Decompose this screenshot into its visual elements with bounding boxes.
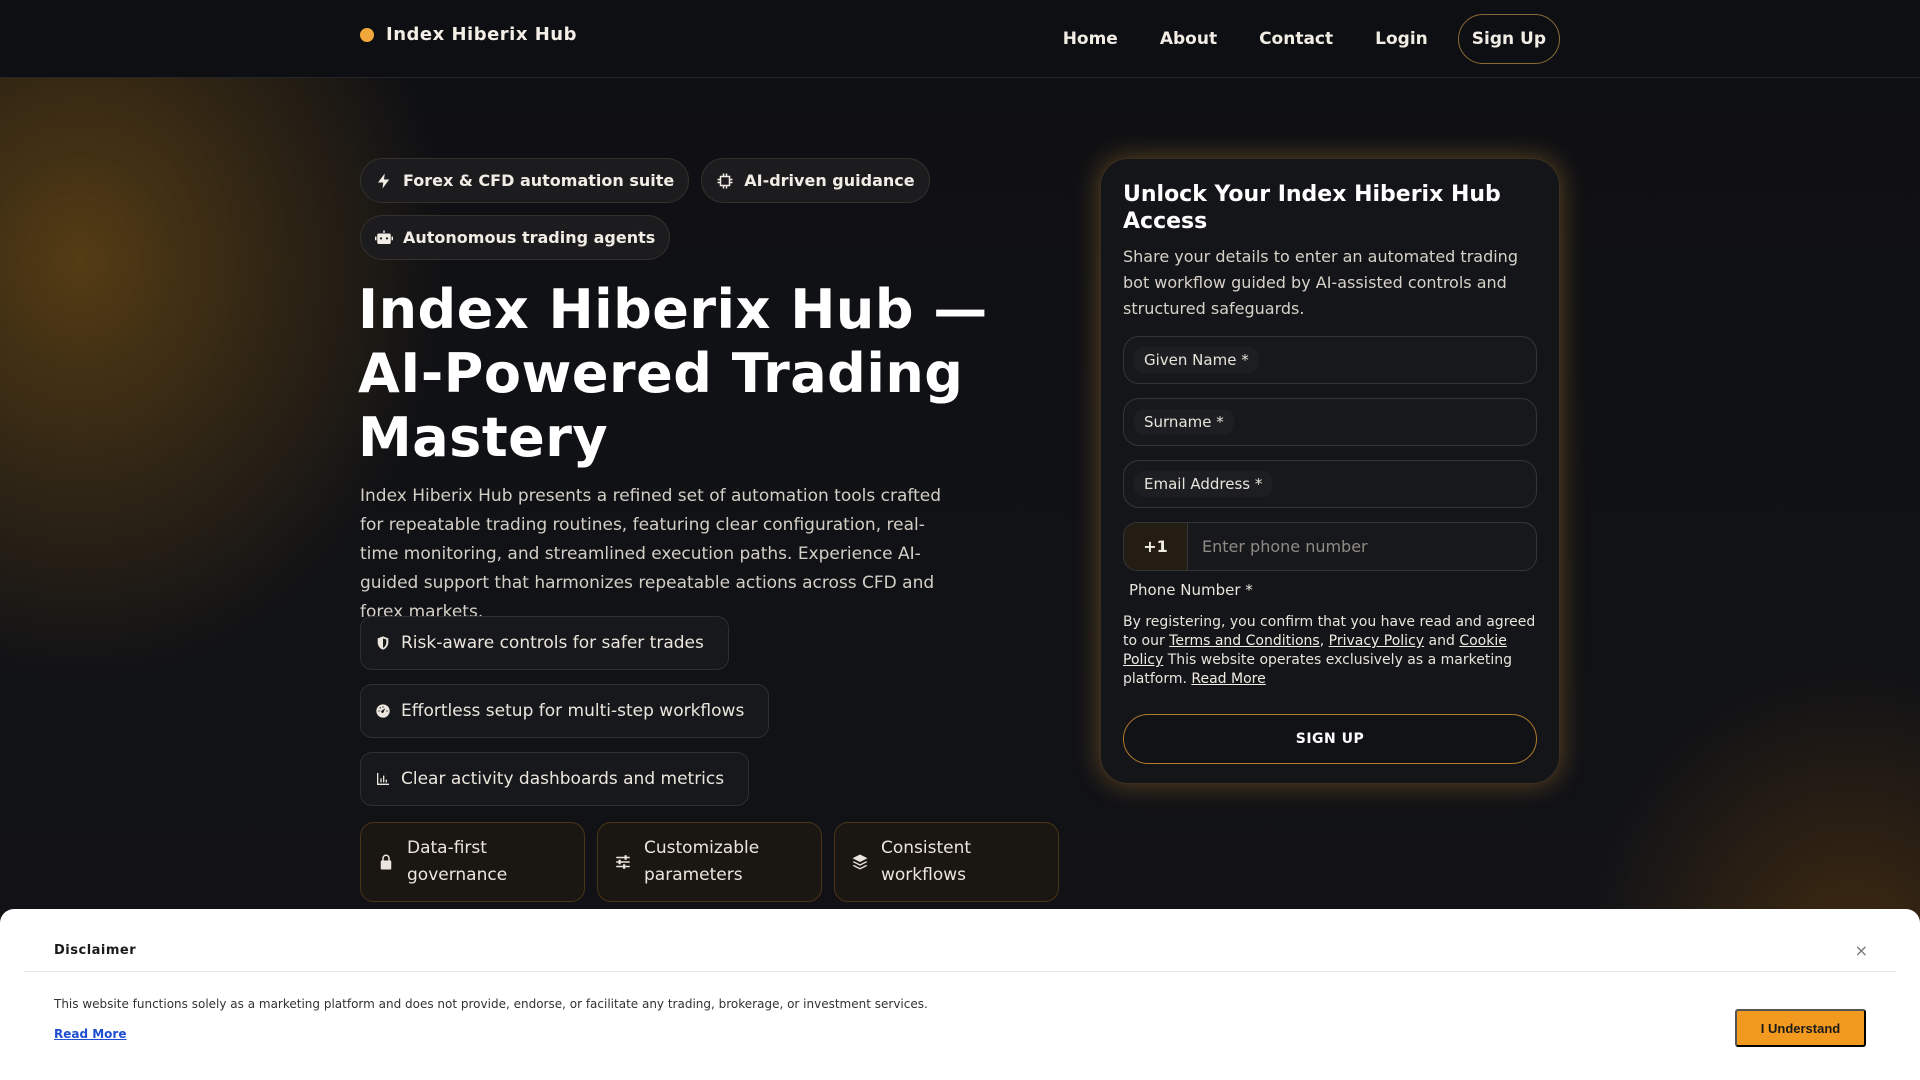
- brand-logo[interactable]: Index Hiberix Hub: [360, 24, 577, 45]
- card-label: Data-first governance: [407, 838, 508, 885]
- chart-icon: [377, 773, 389, 785]
- nav-link-home[interactable]: Home: [1042, 14, 1139, 64]
- surname-label: Surname *: [1134, 409, 1234, 435]
- chip-icon: [717, 173, 733, 188]
- divider: [24, 971, 1896, 972]
- hero-tags: Forex & CFD automation suite AI-driven g…: [360, 158, 1080, 260]
- phone-field: +1: [1123, 522, 1537, 571]
- tag-forex-cfd: Forex & CFD automation suite: [360, 158, 690, 203]
- registration-form: Unlock Your Index Hiberix Hub Access Sha…: [1100, 158, 1560, 784]
- hero-title: Index Hiberix Hub — AI-Powered Trading M…: [358, 278, 988, 469]
- feature-setup: Effortless setup for multi-step workflow…: [360, 684, 770, 738]
- disclaimer-banner: Disclaimer × This website functions sole…: [0, 909, 1920, 1080]
- disclaimer-read-more-link[interactable]: Read More: [54, 1027, 127, 1041]
- lock-icon: [380, 854, 392, 870]
- nav-link-about[interactable]: About: [1139, 14, 1238, 64]
- tag-label: Forex & CFD automation suite: [403, 171, 675, 190]
- submit-signup-button[interactable]: SIGN UP: [1123, 714, 1537, 764]
- tag-label: AI-driven guidance: [744, 171, 915, 190]
- sliders-icon: [616, 855, 630, 869]
- given-name-field[interactable]: Given Name *: [1123, 336, 1537, 384]
- phone-label: Phone Number *: [1129, 581, 1253, 599]
- feature-label: Clear activity dashboards and metrics: [401, 769, 725, 789]
- tag-label: Autonomous trading agents: [403, 228, 656, 247]
- disclaimer-title: Disclaimer: [54, 943, 137, 958]
- top-navbar: Index Hiberix Hub Home About Contact Log…: [0, 0, 1920, 78]
- form-title: Unlock Your Index Hiberix Hub Access: [1123, 182, 1501, 234]
- surname-field[interactable]: Surname *: [1123, 398, 1537, 446]
- tag-autonomous-agents: Autonomous trading agents: [360, 215, 671, 260]
- feature-label: Effortless setup for multi-step workflow…: [401, 701, 745, 721]
- card-consistent-workflows: Consistent workflows: [834, 822, 1059, 902]
- card-label: Customizable parameters: [644, 838, 760, 885]
- feature-list: Risk-aware controls for safer trades Eff…: [360, 616, 770, 806]
- phone-input[interactable]: [1188, 523, 1536, 570]
- nav-signup-button[interactable]: Sign Up: [1457, 14, 1560, 64]
- email-field[interactable]: Email Address *: [1123, 460, 1537, 508]
- card-custom-parameters: Customizable parameters: [597, 822, 822, 902]
- close-icon[interactable]: ×: [1855, 941, 1868, 960]
- card-data-governance: Data-first governance: [360, 822, 585, 902]
- i-understand-button[interactable]: I Understand: [1735, 1009, 1866, 1047]
- hero-description: Index Hiberix Hub presents a refined set…: [360, 486, 941, 622]
- feature-risk-controls: Risk-aware controls for safer trades: [360, 616, 729, 670]
- nav-link-login[interactable]: Login: [1354, 14, 1449, 64]
- legal-notice: By registering, you confirm that you hav…: [1123, 613, 1537, 689]
- card-label: Consistent workflows: [881, 838, 972, 885]
- country-code-selector[interactable]: +1: [1124, 523, 1188, 570]
- form-subtitle: Share your details to enter an automated…: [1123, 247, 1518, 318]
- disclaimer-text: This website functions solely as a marke…: [54, 997, 928, 1011]
- nav-link-contact[interactable]: Contact: [1238, 14, 1354, 64]
- bolt-icon: [378, 173, 390, 188]
- read-more-link[interactable]: Read More: [1191, 671, 1265, 687]
- terms-link[interactable]: Terms and Conditions: [1169, 633, 1320, 649]
- legal-suffix: This website operates exclusively as a m…: [1123, 652, 1512, 687]
- feature-dashboards: Clear activity dashboards and metrics: [360, 752, 750, 806]
- shield-icon: [377, 636, 389, 650]
- brand-name: Index Hiberix Hub: [386, 24, 577, 45]
- given-name-label: Given Name *: [1134, 347, 1259, 373]
- benefit-cards: Data-first governance Customizable param…: [360, 822, 1059, 902]
- layers-icon: [852, 854, 868, 870]
- privacy-link[interactable]: Privacy Policy: [1329, 633, 1424, 649]
- gauge-icon: [376, 704, 390, 718]
- nav-links: Home About Contact Login Sign Up: [1042, 14, 1560, 64]
- robot-icon: [375, 230, 393, 244]
- brand-dot-icon: [360, 27, 374, 42]
- feature-label: Risk-aware controls for safer trades: [401, 633, 704, 653]
- legal-and: and: [1428, 633, 1455, 649]
- tag-ai-guidance: AI-driven guidance: [701, 158, 930, 203]
- email-label: Email Address *: [1134, 471, 1273, 497]
- legal-comma: ,: [1319, 633, 1325, 649]
